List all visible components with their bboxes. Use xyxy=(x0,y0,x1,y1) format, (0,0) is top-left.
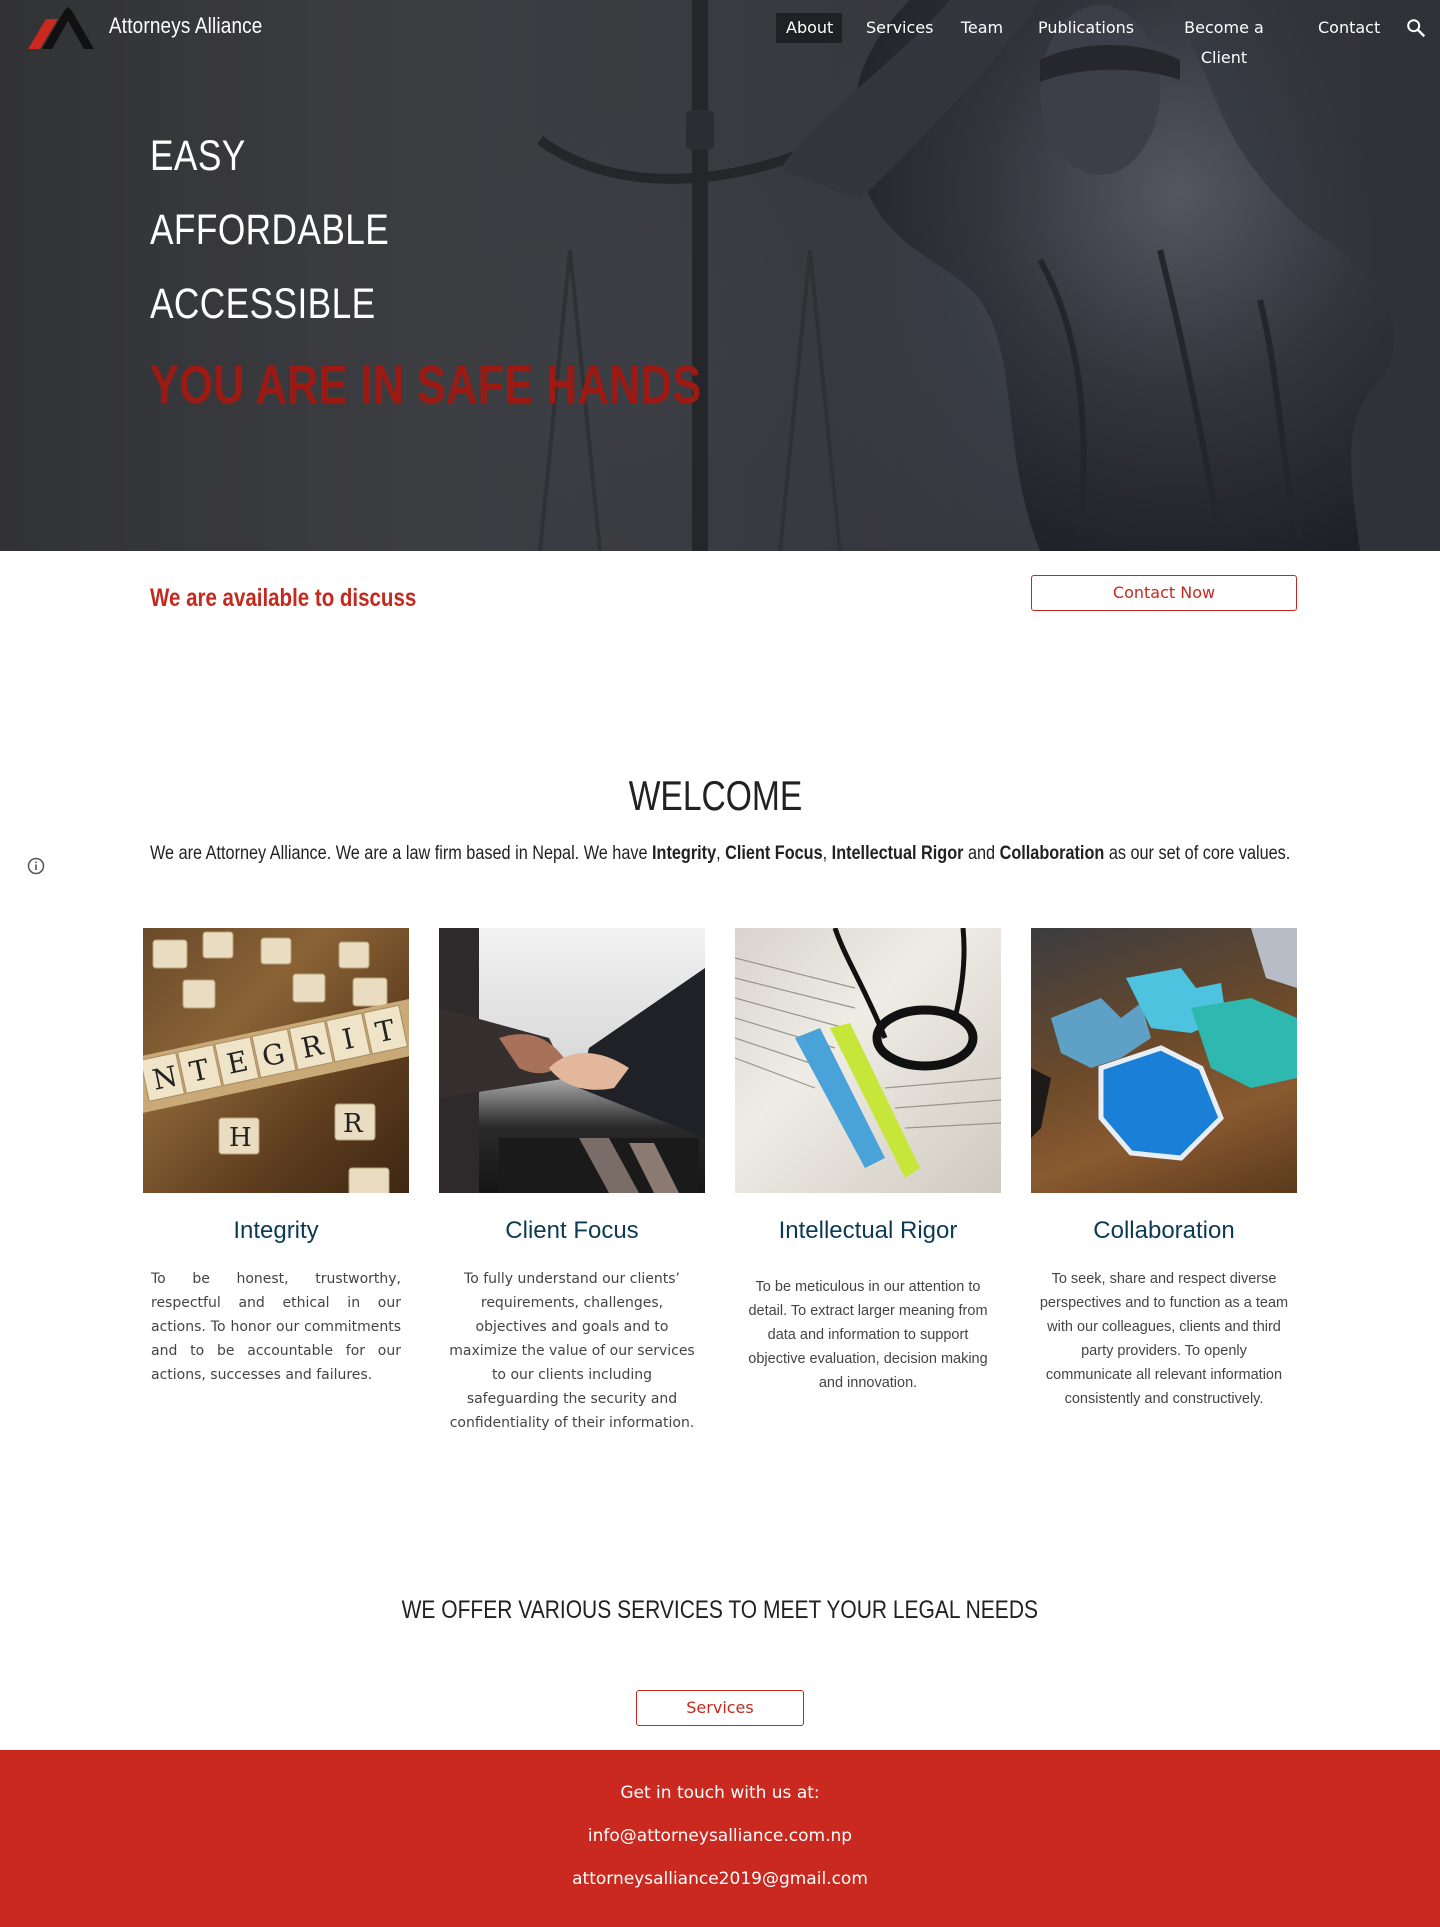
value-desc-client-focus: To fully understand our clients’ require… xyxy=(449,1271,695,1431)
nav-item-contact[interactable]: Contact xyxy=(1308,13,1386,43)
nav-item-publications[interactable]: Publications xyxy=(1028,13,1140,43)
integrity-image: NTE GRIT HR xyxy=(143,928,409,1193)
hero-banner xyxy=(0,0,1440,551)
nav-item-about[interactable]: About xyxy=(776,13,842,43)
value-title-collaboration: Collaboration xyxy=(1093,1217,1235,1244)
nav-item-become-a-client[interactable]: Become a Client xyxy=(1154,13,1294,67)
value-collaboration-bold: Collaboration xyxy=(999,843,1105,864)
welcome-outro: as our set of core values. xyxy=(1104,843,1291,864)
hero-line-affordable: AFFORDABLE xyxy=(150,206,390,254)
info-icon[interactable] xyxy=(27,857,45,875)
services-heading: WE OFFER VARIOUS SERVICES TO MEET YOUR L… xyxy=(0,1596,1440,1625)
value-client-focus-bold: Client Focus xyxy=(725,843,823,864)
collaboration-image xyxy=(1031,928,1297,1193)
value-intellectual-rigor-bold: Intellectual Rigor xyxy=(831,843,964,864)
nav-item-team[interactable]: Team xyxy=(950,13,1014,43)
footer-email-gmail[interactable]: attorneysalliance2019@gmail.com xyxy=(0,1869,1440,1889)
value-desc-intellectual-rigor: To be meticulous in our attention to det… xyxy=(748,1279,988,1391)
footer: Get in touch with us at: info@attorneysa… xyxy=(0,1750,1440,1927)
footer-email-info[interactable]: info@attorneysalliance.com.np xyxy=(0,1826,1440,1846)
search-icon[interactable] xyxy=(1405,17,1427,39)
footer-get-in-touch: Get in touch with us at: xyxy=(620,1783,820,1803)
hero-tagline: YOU ARE IN SAFE HANDS xyxy=(150,355,702,415)
welcome-sep-2: , xyxy=(822,843,832,864)
services-heading-text: WE OFFER VARIOUS SERVICES TO MEET YOUR L… xyxy=(401,1596,1039,1624)
contact-now-button[interactable]: Contact Now xyxy=(1031,575,1297,611)
hero-line-easy: EASY xyxy=(150,132,246,180)
svg-text:H: H xyxy=(229,1123,252,1153)
intellectual-rigor-image xyxy=(735,928,1001,1193)
welcome-heading: WELCOME xyxy=(0,772,1432,820)
value-title-integrity: Integrity xyxy=(233,1217,319,1244)
site-title[interactable]: Attorneys Alliance xyxy=(109,13,262,39)
nav-item-services[interactable]: Services xyxy=(856,13,936,43)
value-desc-collaboration: To seek, share and respect diverse persp… xyxy=(1039,1271,1289,1407)
value-title-client-focus: Client Focus xyxy=(505,1217,639,1244)
hero-overlay xyxy=(0,0,1440,551)
logo[interactable] xyxy=(28,7,94,49)
services-button[interactable]: Services xyxy=(636,1690,804,1726)
hero-line-accessible: ACCESSIBLE xyxy=(150,280,376,328)
welcome-heading-text: WELCOME xyxy=(629,772,803,819)
welcome-paragraph: We are Attorney Alliance. We are a law f… xyxy=(150,843,1290,865)
available-text: We are available to discuss xyxy=(150,584,417,612)
value-integrity-bold: Integrity xyxy=(652,843,717,864)
client-focus-image xyxy=(439,928,705,1193)
value-title-intellectual-rigor: Intellectual Rigor xyxy=(778,1217,958,1244)
value-desc-integrity: To be honest, trustworthy, respectful an… xyxy=(151,1271,401,1383)
welcome-intro: We are Attorney Alliance. We are a law f… xyxy=(150,843,653,864)
welcome-sep-3: and xyxy=(963,843,1000,864)
svg-text:R: R xyxy=(343,1109,364,1139)
welcome-sep-1: , xyxy=(716,843,726,864)
top-navigation: Attorneys Alliance About Services Team P… xyxy=(0,0,1440,67)
